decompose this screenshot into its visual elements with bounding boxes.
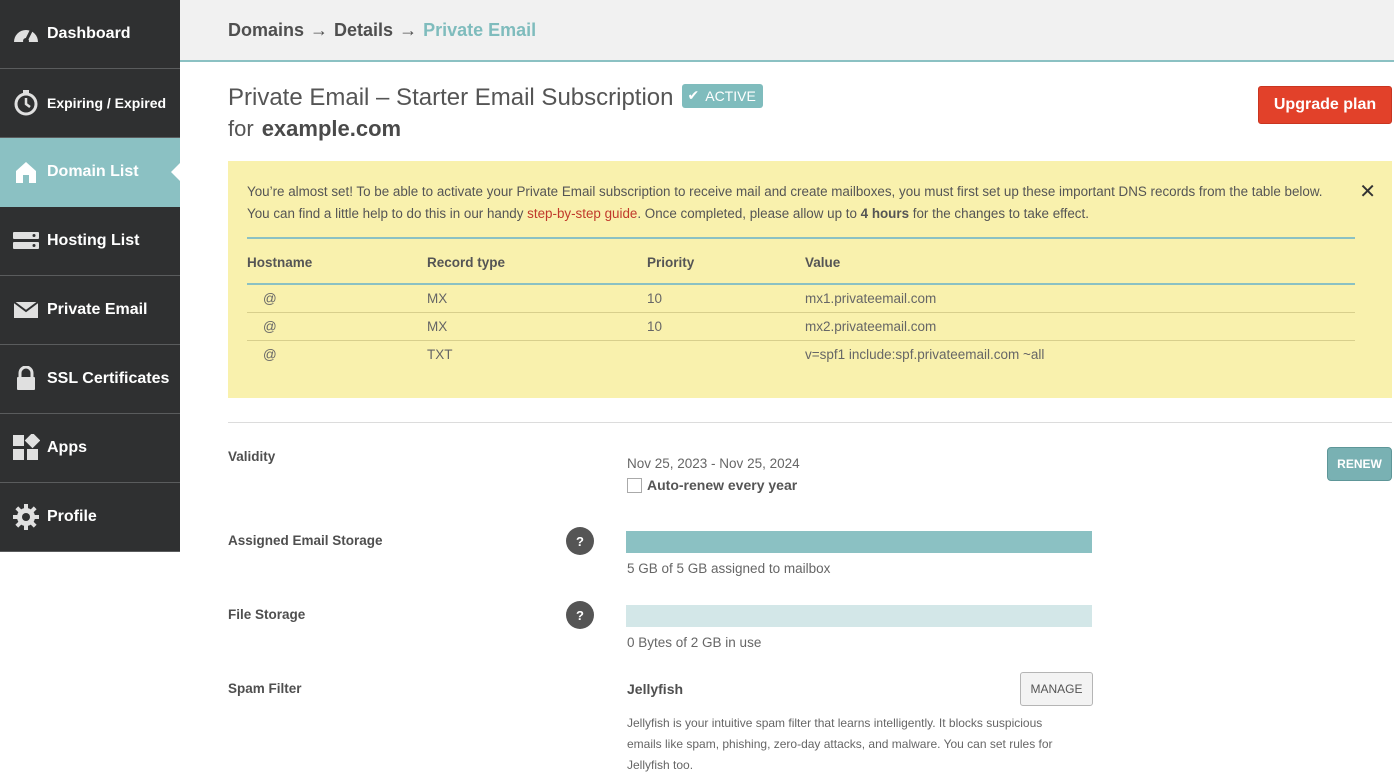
auto-renew-checkbox[interactable] [627, 478, 642, 493]
table-row: @ TXT v=spf1 include:spf.privateemail.co… [247, 340, 1355, 368]
cell-value: mx1.privateemail.com [805, 284, 1355, 313]
manage-button[interactable]: MANAGE [1020, 672, 1093, 706]
email-storage-bar-fill [626, 531, 1092, 553]
table-header-row: Hostname Record type Priority Value [247, 237, 1355, 285]
cell-value: v=spf1 include:spf.privateemail.com ~all [805, 346, 1045, 362]
apps-grid-icon [11, 433, 41, 463]
dns-records-table: Hostname Record type Priority Value @ MX… [247, 237, 1355, 368]
renew-button[interactable]: RENEW [1327, 447, 1392, 481]
auto-renew-label[interactable]: Auto-renew every year [647, 477, 797, 493]
cell-value: mx2.privateemail.com [805, 312, 1355, 341]
cell-priority [647, 340, 805, 368]
column-header-record-type: Record type [427, 237, 647, 285]
column-header-hostname: Hostname [247, 237, 427, 285]
sidebar-item-label: Expiring / Expired [47, 95, 167, 111]
spam-filter-description: Jellyfish is your intuitive spam filter … [627, 716, 1053, 772]
sidebar-item-private-email[interactable]: Private Email [0, 276, 180, 345]
email-storage-value: 5 GB of 5 GB assigned to mailbox [627, 561, 831, 576]
breadcrumb-item-domains[interactable]: Domains [228, 20, 304, 41]
cell-hostname: @ [247, 312, 427, 341]
file-storage-value: 0 Bytes of 2 GB in use [627, 635, 762, 650]
step-by-step-guide-link[interactable]: step-by-step guide [527, 206, 637, 221]
gear-icon [11, 502, 41, 532]
spam-filter-name: Jellyfish [627, 681, 684, 697]
cell-priority: 10 [647, 312, 805, 341]
cell-hostname: @ [247, 284, 427, 313]
table-row: @ MX 10 mx2.privateemail.com [247, 312, 1355, 341]
sidebar-item-domain-list[interactable]: Domain List [0, 138, 180, 207]
help-icon[interactable]: ? [566, 527, 594, 555]
sidebar-item-hosting-list[interactable]: Hosting List [0, 207, 180, 276]
spam-filter-label: Spam Filter [228, 681, 302, 696]
server-icon [11, 226, 41, 256]
status-badge-label: ACTIVE [705, 87, 756, 104]
dns-setup-notice: You’re almost set! To be able to activat… [228, 161, 1392, 398]
sidebar-item-dashboard[interactable]: Dashboard [0, 0, 180, 69]
home-icon [11, 157, 41, 187]
email-storage-bar [626, 531, 1092, 553]
sidebar-item-label: Domain List [47, 163, 139, 180]
sidebar-item-expiring[interactable]: Expiring / Expired [0, 69, 180, 138]
subscription-title: Private Email – Starter Email Subscripti… [228, 84, 674, 111]
breadcrumb-item-current: Private Email [423, 19, 537, 40]
breadcrumb: Domains → Details → Private Email [180, 0, 1394, 62]
cell-record-type: TXT [427, 346, 453, 362]
breadcrumb-separator: → [399, 19, 418, 40]
cell-priority: 10 [647, 284, 805, 313]
domain-name: example.com [261, 116, 402, 141]
stopwatch-icon [11, 88, 41, 118]
checkmark-icon: ✔ [687, 87, 700, 103]
sidebar-item-label: Profile [47, 508, 97, 525]
cell-record-type: MX [427, 312, 647, 341]
breadcrumb-separator: → [310, 19, 329, 40]
breadcrumb-item-details[interactable]: Details [334, 20, 393, 41]
file-storage-bar [626, 605, 1092, 627]
section-divider [228, 422, 1392, 423]
sidebar-item-label: SSL Certificates [47, 370, 170, 387]
column-header-priority: Priority [647, 237, 805, 285]
column-header-value: Value [805, 237, 1355, 285]
lock-icon [11, 364, 41, 394]
sidebar: Dashboard Expiring / Expired Domain List… [0, 0, 180, 552]
cell-record-type: MX [427, 284, 647, 313]
table-row: @ MX 10 mx1.privateemail.com [247, 284, 1355, 313]
sidebar-item-label: Dashboard [47, 25, 131, 42]
close-icon[interactable]: ✕ [1359, 179, 1376, 204]
email-storage-label: Assigned Email Storage [228, 533, 383, 548]
status-badge: ✔ ACTIVE [681, 84, 763, 108]
gauge-icon [11, 19, 41, 49]
notice-text: You’re almost set! To be able to activat… [247, 184, 1323, 221]
file-storage-label: File Storage [228, 607, 306, 622]
validity-value: Nov 25, 2023 - Nov 25, 2024 [627, 456, 800, 471]
for-prefix: for [228, 116, 254, 141]
page-title: Private Email – Starter Email Subscripti… [228, 84, 763, 142]
sidebar-item-label: Apps [47, 439, 87, 456]
envelope-icon [11, 295, 41, 325]
help-icon[interactable]: ? [566, 601, 594, 629]
sidebar-item-apps[interactable]: Apps [0, 414, 180, 483]
sidebar-item-label: Private Email [47, 301, 148, 318]
sidebar-item-ssl-certificates[interactable]: SSL Certificates [0, 345, 180, 414]
validity-label: Validity [228, 449, 276, 464]
upgrade-plan-button[interactable]: Upgrade plan [1258, 86, 1392, 124]
sidebar-item-profile[interactable]: Profile [0, 483, 180, 552]
cell-hostname: @ [263, 346, 277, 362]
sidebar-item-label: Hosting List [47, 232, 140, 249]
